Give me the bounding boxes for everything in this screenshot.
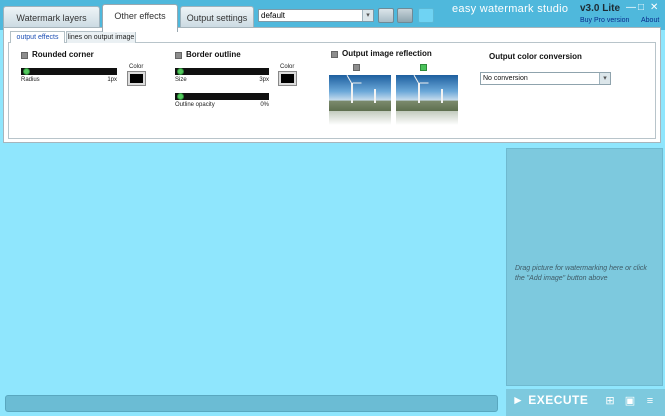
reflection-preview-off[interactable] (329, 75, 391, 111)
about-link[interactable]: About (641, 17, 659, 24)
rounded-corner-title: Rounded corner (32, 50, 94, 59)
outline-opacity-slider[interactable] (175, 93, 269, 100)
app-title: easy watermark studio (452, 3, 569, 15)
drop-hint-text: Drag picture for watermarking here or cl… (515, 265, 647, 282)
border-color-label: Color (280, 64, 295, 70)
border-outline-checkbox[interactable] (175, 52, 182, 59)
radius-value: 1px (107, 77, 117, 83)
close-icon[interactable]: ✕ (650, 2, 658, 13)
app-version: v3.0 Lite (580, 3, 621, 14)
preset-options-button[interactable] (418, 8, 434, 23)
wind-turbine-shape (418, 83, 420, 103)
effects-content: Rounded corner Radius 1px Color Border o… (8, 42, 656, 139)
image-drop-zone[interactable]: Drag picture for watermarking here or cl… (506, 148, 663, 386)
maximize-icon[interactable]: □ (638, 2, 644, 13)
progress-bar (5, 395, 498, 412)
size-label: Size (175, 77, 187, 83)
execute-button[interactable]: ► EXECUTE (512, 392, 594, 408)
add-folder-icon[interactable]: ▣ (622, 394, 638, 408)
turbine-blade (419, 82, 429, 84)
reflection-title: Output image reflection (342, 49, 432, 58)
reflection-checkbox[interactable] (331, 51, 338, 58)
clear-list-icon[interactable]: ≡ (642, 394, 658, 408)
chevron-down-icon[interactable]: ▾ (362, 10, 373, 21)
outline-opacity-value: 0% (260, 102, 269, 108)
rounded-corner-checkbox[interactable] (21, 52, 28, 59)
color-conversion-dropdown[interactable]: No conversion ▾ (480, 72, 611, 85)
subtab-lines-on-output-image[interactable]: lines on output image (66, 31, 136, 43)
add-image-icon[interactable]: ⊞ (602, 394, 618, 408)
turbine-blade (352, 82, 362, 84)
buy-pro-link[interactable]: Buy Pro version (580, 17, 629, 24)
rounded-color-label: Color (129, 64, 144, 70)
size-slider[interactable] (175, 68, 269, 75)
save-preset-icon[interactable] (397, 8, 413, 23)
wind-turbine-shape (441, 89, 443, 103)
preset-dropdown[interactable]: default ▾ (258, 9, 374, 22)
color-conversion-value: No conversion (483, 75, 528, 82)
border-outline-title: Border outline (186, 50, 241, 59)
reflection-option-on-radio[interactable] (420, 64, 427, 71)
wind-turbine-shape (351, 83, 353, 103)
radius-label: Radius (21, 77, 40, 83)
turbine-blade (413, 75, 419, 84)
border-color-swatch[interactable] (278, 71, 297, 86)
color-conversion-title: Output color conversion (489, 52, 582, 61)
minimize-icon[interactable]: — (626, 2, 636, 13)
open-preset-icon[interactable] (378, 8, 394, 23)
outline-opacity-label: Outline opacity (175, 102, 215, 108)
rounded-color-swatch[interactable] (127, 71, 146, 86)
reflection-fade (329, 111, 391, 125)
chevron-down-icon[interactable]: ▾ (599, 73, 610, 84)
radius-slider[interactable] (21, 68, 117, 75)
reflection-option-off-radio[interactable] (353, 64, 360, 71)
opacity-slider-knob[interactable] (177, 93, 184, 100)
reflection-fade (396, 111, 458, 125)
size-value: 3px (259, 77, 269, 83)
preset-value: default (261, 11, 286, 20)
radius-slider-knob[interactable] (23, 68, 30, 75)
effects-panel: Rounded corner Radius 1px Color Border o… (3, 27, 661, 143)
size-slider-knob[interactable] (177, 68, 184, 75)
subtab-output-effects[interactable]: output effects (10, 31, 65, 43)
reflection-preview-on[interactable] (396, 75, 458, 111)
turbine-blade (346, 75, 352, 84)
tab-other-effects[interactable]: Other effects (102, 4, 178, 32)
wind-turbine-shape (374, 89, 376, 103)
